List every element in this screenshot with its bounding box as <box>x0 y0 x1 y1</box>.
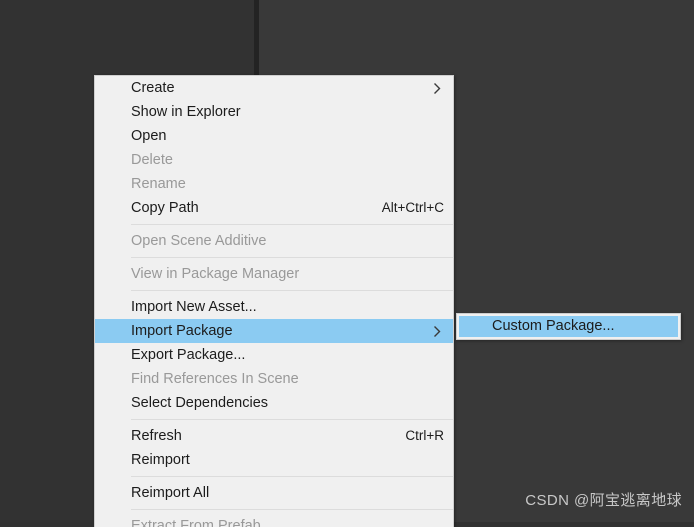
menu-item-label: Refresh <box>131 428 182 444</box>
menu-group: Reimport All <box>95 481 453 505</box>
menu-item-extract-from-prefab: Extract From Prefab <box>95 514 453 527</box>
menu-item-label: Copy Path <box>131 200 199 216</box>
menu-item-label: Rename <box>131 176 186 192</box>
menu-item-label: Extract From Prefab <box>131 518 261 527</box>
menu-item-label: Create <box>131 80 175 96</box>
menu-item-select-dependencies[interactable]: Select Dependencies <box>95 391 453 415</box>
menu-item-shortcut: Alt+Ctrl+C <box>381 200 444 215</box>
menu-item-export-package[interactable]: Export Package... <box>95 343 453 367</box>
menu-item-open-scene-additive: Open Scene Additive <box>95 229 453 253</box>
menu-item-label: View in Package Manager <box>131 266 300 282</box>
menu-group: View in Package Manager <box>95 262 453 286</box>
menu-item-label: Open <box>131 128 167 144</box>
menu-item-label: Export Package... <box>131 347 246 363</box>
menu-item-label: Reimport <box>131 452 190 468</box>
menu-group: Refresh Ctrl+R Reimport <box>95 424 453 472</box>
menu-separator <box>131 419 453 420</box>
menu-item-shortcut: Ctrl+R <box>405 428 444 443</box>
menu-separator <box>131 257 453 258</box>
menu-item-label: Find References In Scene <box>131 371 299 387</box>
import-package-submenu[interactable]: Custom Package... <box>456 313 681 340</box>
menu-item-create[interactable]: Create <box>95 76 453 100</box>
menu-item-copy-path[interactable]: Copy Path Alt+Ctrl+C <box>95 196 453 220</box>
menu-separator <box>131 290 453 291</box>
menu-item-label: Import Package <box>131 323 233 339</box>
menu-item-reimport-all[interactable]: Reimport All <box>95 481 453 505</box>
menu-item-import-new-asset[interactable]: Import New Asset... <box>95 295 453 319</box>
menu-item-open[interactable]: Open <box>95 124 453 148</box>
menu-item-label: Import New Asset... <box>131 299 257 315</box>
menu-item-view-in-package-manager: View in Package Manager <box>95 262 453 286</box>
menu-item-label: Show in Explorer <box>131 104 241 120</box>
menu-item-reimport[interactable]: Reimport <box>95 448 453 472</box>
menu-separator <box>131 476 453 477</box>
menu-item-refresh[interactable]: Refresh Ctrl+R <box>95 424 453 448</box>
menu-item-find-references-in-scene: Find References In Scene <box>95 367 453 391</box>
menu-group: Extract From Prefab <box>95 514 453 527</box>
menu-item-label: Reimport All <box>131 485 210 501</box>
menu-item-delete: Delete <box>95 148 453 172</box>
menu-item-import-package[interactable]: Import Package <box>95 319 453 343</box>
project-context-menu[interactable]: Create Show in Explorer Open Delete Rename Co… <box>94 75 454 527</box>
chevron-right-icon <box>432 82 445 94</box>
menu-item-label: Delete <box>131 152 173 168</box>
menu-item-show-in-explorer[interactable]: Show in Explorer <box>95 100 453 124</box>
menu-separator <box>131 509 453 510</box>
menu-separator <box>131 224 453 225</box>
menu-item-rename: Rename <box>95 172 453 196</box>
watermark: CSDN @阿宝逃离地球 <box>525 492 682 509</box>
menu-group: Create Show in Explorer Open Delete Rename Co… <box>95 76 453 220</box>
menu-group: Import New Asset... Import Package Export … <box>95 295 453 415</box>
menu-item-label: Open Scene Additive <box>131 233 267 249</box>
menu-group: Open Scene Additive <box>95 229 453 253</box>
submenu-item-custom-package[interactable]: Custom Package... <box>459 316 678 337</box>
menu-item-label: Select Dependencies <box>131 395 269 411</box>
chevron-right-icon <box>432 325 445 337</box>
